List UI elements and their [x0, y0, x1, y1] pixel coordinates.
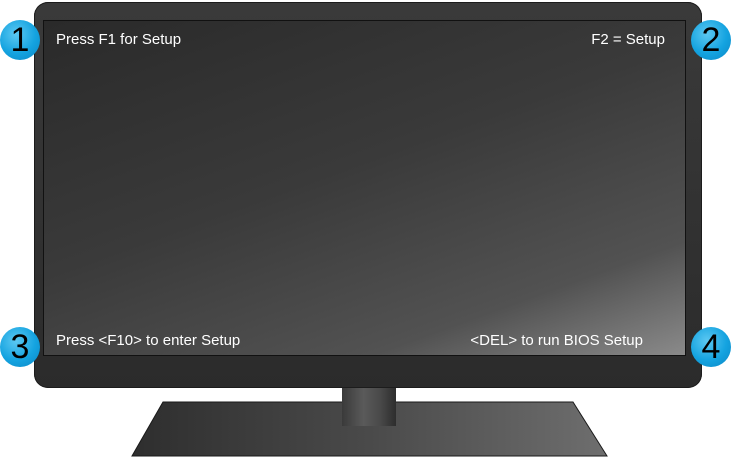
callout-badge-3: 3 — [0, 327, 40, 367]
setup-hint-bottom-right: <DEL> to run BIOS Setup — [470, 332, 643, 349]
monitor-stand-neck — [342, 388, 396, 426]
setup-hint-top-left: Press F1 for Setup — [56, 31, 182, 48]
callout-badge-1: 1 — [0, 20, 40, 60]
setup-hint-top-right: F2 = Setup — [591, 31, 665, 48]
monitor-screen: Press F1 for Setup F2 = Setup Press <F10… — [43, 20, 686, 356]
callout-badge-2: 2 — [691, 20, 731, 60]
setup-hint-bottom-left: Press <F10> to enter Setup — [56, 332, 241, 349]
callout-badge-4: 4 — [691, 327, 731, 367]
